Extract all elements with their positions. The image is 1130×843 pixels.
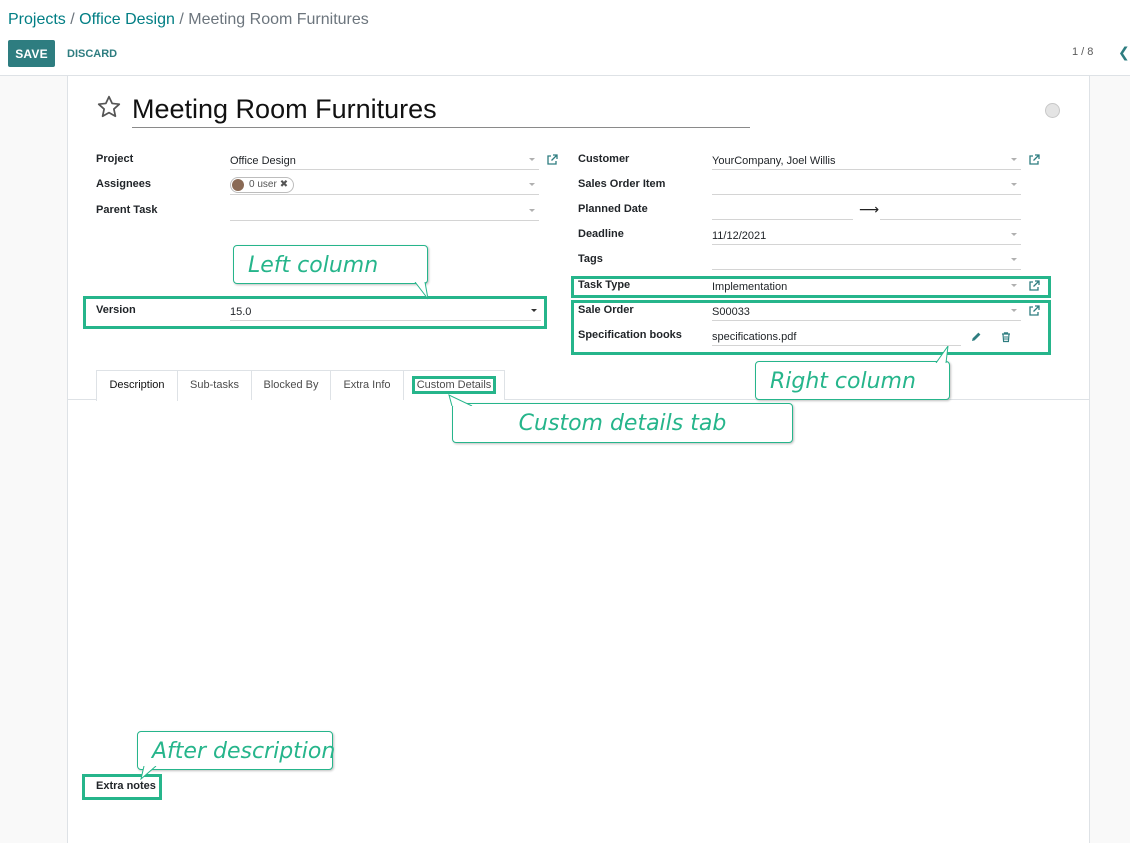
- parent-task-field[interactable]: [230, 202, 539, 221]
- customer-field[interactable]: YourCompany, Joel Willis: [712, 151, 1021, 170]
- deadline-label: Deadline: [578, 228, 624, 240]
- tab-sub-tasks[interactable]: Sub-tasks: [177, 370, 252, 400]
- customer-value: YourCompany, Joel Willis: [712, 155, 836, 167]
- sales-order-item-field[interactable]: [712, 176, 1021, 195]
- breadcrumb-office-design[interactable]: Office Design: [79, 11, 175, 28]
- dropdown-caret-icon: [1011, 284, 1017, 287]
- dropdown-caret-icon: [1011, 183, 1017, 186]
- discard-button[interactable]: DISCARD: [62, 40, 122, 67]
- save-button[interactable]: SAVE: [8, 40, 55, 67]
- breadcrumb-separator: /: [70, 11, 75, 28]
- callout-left-column: Left column: [233, 245, 428, 284]
- dropdown-caret-icon: [1011, 258, 1017, 261]
- dropdown-caret-icon: [529, 209, 535, 212]
- sales-order-item-label: Sales Order Item: [578, 178, 666, 190]
- pager-value[interactable]: 1 / 8: [1072, 46, 1093, 58]
- extra-notes-label: Extra notes: [96, 780, 156, 792]
- chevron-left-icon[interactable]: ❮: [1118, 44, 1130, 61]
- avatar: [232, 179, 244, 191]
- task-type-field[interactable]: Implementation: [712, 277, 1021, 296]
- task-type-label: Task Type: [578, 279, 631, 291]
- tab-description[interactable]: Description: [96, 370, 178, 401]
- spec-books-field[interactable]: specifications.pdf: [712, 327, 961, 346]
- assignee-tag[interactable]: 0 user ✖: [230, 177, 295, 193]
- breadcrumb-projects[interactable]: Projects: [8, 11, 66, 28]
- deadline-input[interactable]: 11/12/2021: [712, 226, 1021, 245]
- star-icon[interactable]: [96, 94, 122, 120]
- sale-order-field[interactable]: S00033: [712, 302, 1021, 321]
- spec-books-value[interactable]: specifications.pdf: [712, 329, 796, 346]
- callout-pointer: [414, 282, 429, 300]
- project-label: Project: [96, 153, 134, 165]
- control-panel: Projects / Office Design / Meeting Room …: [0, 0, 1130, 76]
- tab-blocked-by[interactable]: Blocked By: [251, 370, 331, 400]
- tab-extra-info[interactable]: Extra Info: [330, 370, 404, 400]
- version-label: Version: [96, 304, 136, 316]
- deadline-value: 11/12/2021: [712, 230, 767, 242]
- callout-pointer: [448, 394, 473, 406]
- tags-field[interactable]: [712, 251, 1021, 270]
- external-link-icon[interactable]: [1028, 305, 1040, 317]
- sale-order-value: S00033: [712, 306, 750, 318]
- trash-icon[interactable]: [1000, 331, 1012, 343]
- planned-date-end-input[interactable]: [880, 201, 1021, 220]
- arrow-right-icon: ⟶: [859, 201, 880, 217]
- dropdown-caret-icon: [1011, 158, 1017, 161]
- assignee-tag-label: 0 user: [249, 179, 277, 190]
- planned-date-start-input[interactable]: [712, 201, 853, 220]
- tab-custom-details-label: Custom Details: [411, 376, 497, 394]
- kanban-state-icon[interactable]: [1045, 103, 1060, 118]
- project-field[interactable]: Office Design: [230, 151, 539, 170]
- dropdown-caret-icon: [529, 183, 535, 186]
- assignees-label: Assignees: [96, 178, 152, 190]
- project-value: Office Design: [230, 155, 296, 167]
- callout-after-description: After description: [137, 731, 335, 770]
- external-link-icon[interactable]: [1028, 280, 1040, 292]
- dropdown-caret-icon: [1011, 233, 1017, 236]
- external-link-icon[interactable]: [1028, 154, 1040, 166]
- callout-right-column: Right column: [755, 361, 950, 400]
- task-title-input[interactable]: Meeting Room Furnitures: [132, 92, 750, 128]
- close-icon[interactable]: ✖: [280, 179, 288, 190]
- breadcrumb-separator: /: [179, 11, 184, 28]
- breadcrumb: Projects / Office Design / Meeting Room …: [8, 11, 369, 29]
- dropdown-caret-icon: [531, 309, 537, 312]
- customer-label: Customer: [578, 153, 630, 165]
- version-select[interactable]: 15.0: [230, 302, 541, 321]
- pencil-icon[interactable]: [970, 331, 982, 343]
- planned-date-label: Planned Date: [578, 203, 648, 215]
- parent-task-label: Parent Task: [96, 204, 158, 216]
- callout-pointer: [935, 346, 949, 363]
- callout-custom-details-tab: Custom details tab: [452, 403, 793, 443]
- version-value: 15.0: [230, 306, 252, 318]
- assignees-field[interactable]: 0 user ✖: [230, 176, 539, 195]
- spec-books-label: Specification books: [578, 329, 682, 341]
- external-link-icon[interactable]: [546, 154, 558, 166]
- breadcrumb-current: Meeting Room Furnitures: [188, 11, 369, 28]
- task-type-value: Implementation: [712, 281, 788, 293]
- dropdown-caret-icon: [1011, 309, 1017, 312]
- callout-pointer: [140, 766, 157, 780]
- sale-order-label: Sale Order: [578, 304, 634, 316]
- dropdown-caret-icon: [529, 158, 535, 161]
- tags-label: Tags: [578, 253, 603, 265]
